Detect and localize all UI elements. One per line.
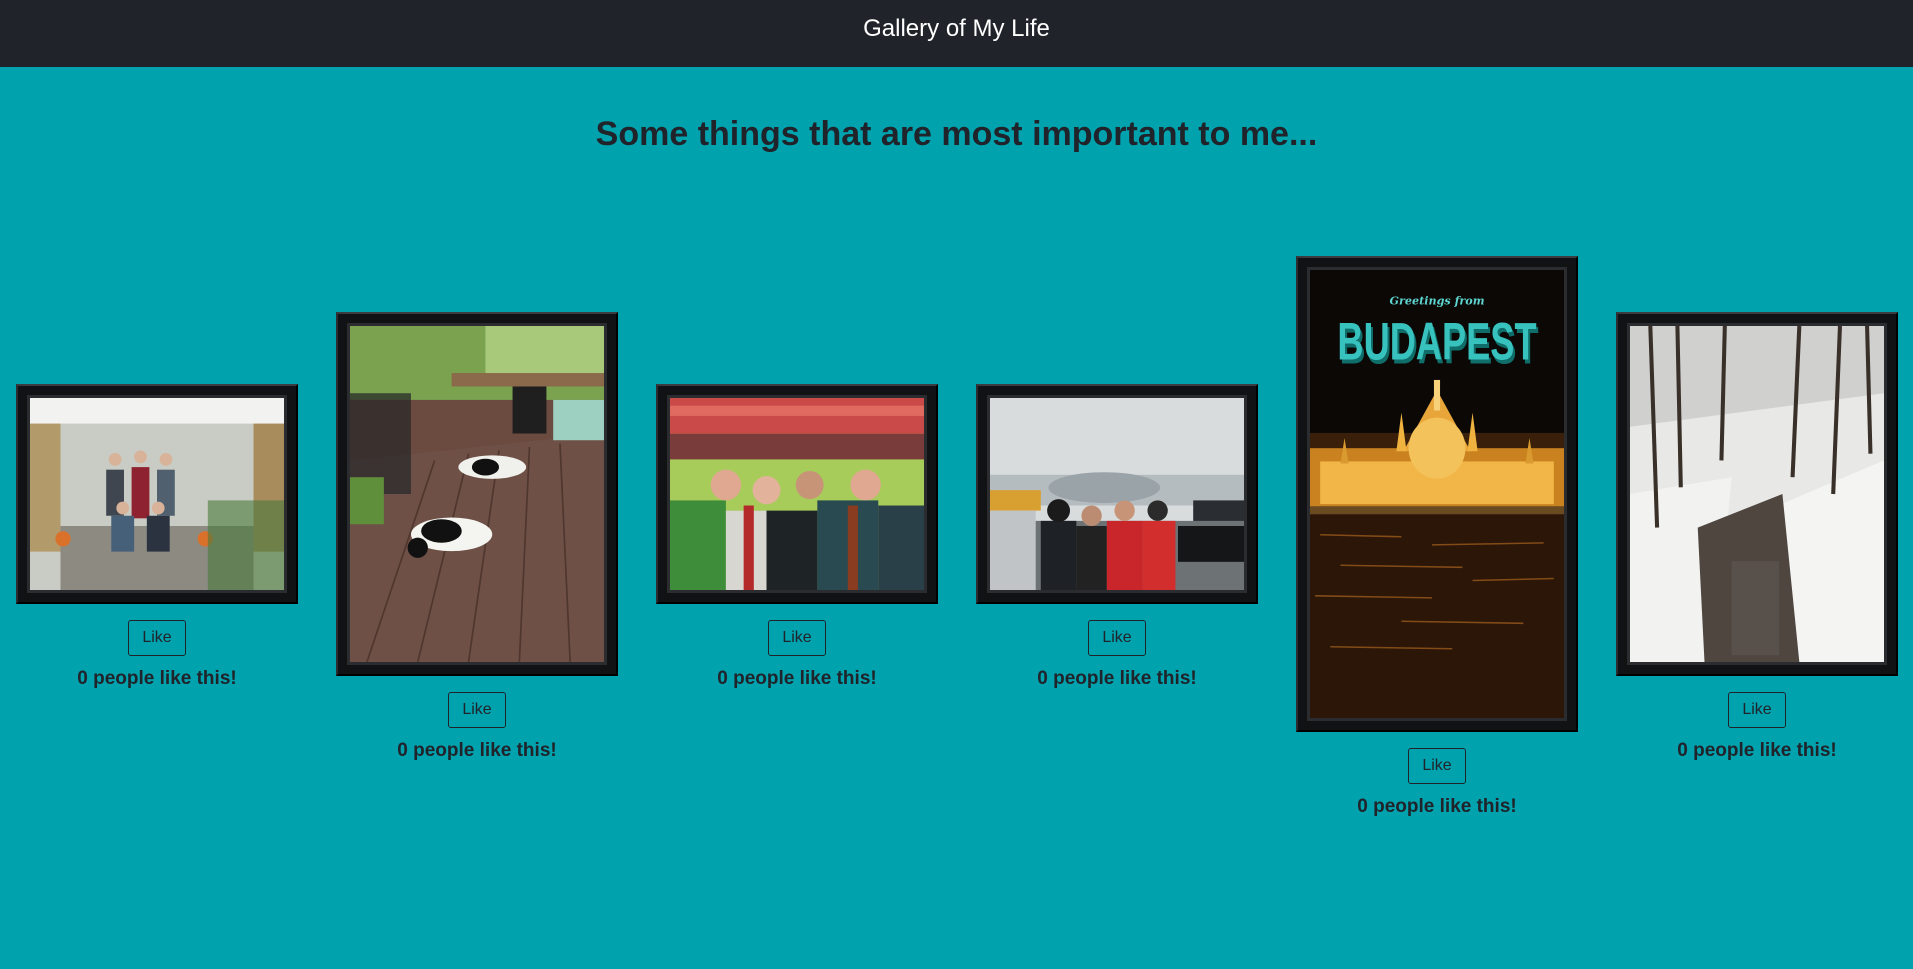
postcard-title-text: BUDAPEST <box>1337 313 1536 372</box>
gallery-card: Like 0 people like this! <box>1616 312 1898 762</box>
navbar: Gallery of My Life <box>0 0 1913 67</box>
like-button[interactable]: Like <box>1088 620 1146 656</box>
page-heading: Some things that are most important to m… <box>595 115 1318 153</box>
dogs-on-deck-photo <box>347 323 607 665</box>
photo-frame <box>16 384 298 604</box>
like-button[interactable]: Like <box>1728 692 1786 728</box>
gallery-card: Like 0 people like this! <box>656 384 938 690</box>
budapest-postcard-photo: Greetings from BUDAPEST BUDAPEST <box>1307 267 1567 721</box>
like-count-text: 0 people like this! <box>1677 740 1837 761</box>
gallery-card: Like 0 people like this! <box>976 384 1258 690</box>
gallery-card: Like 0 people like this! <box>16 384 298 690</box>
soccer-stadium-selfie-photo <box>667 395 927 593</box>
like-button[interactable]: Like <box>128 620 186 656</box>
like-button[interactable]: Like <box>448 692 506 728</box>
app-title: Gallery of My Life <box>863 14 1050 42</box>
gallery-card: Like 0 people like this! <box>336 312 618 762</box>
like-button[interactable]: Like <box>768 620 826 656</box>
family-on-porch-photo <box>27 395 287 593</box>
photo-frame <box>656 384 938 604</box>
like-count-text: 0 people like this! <box>1357 796 1517 817</box>
snowy-creek-photo <box>1627 323 1887 665</box>
photo-frame <box>336 312 618 676</box>
like-button[interactable]: Like <box>1408 748 1466 784</box>
photo-frame <box>976 384 1258 604</box>
snowy-tailgate-photo <box>987 395 1247 593</box>
postcard-greeting-text: Greetings from <box>1389 295 1484 308</box>
gallery-card: Greetings from BUDAPEST BUDAPEST Like 0 … <box>1296 256 1578 818</box>
photo-frame <box>1616 312 1898 676</box>
like-count-text: 0 people like this! <box>77 668 237 689</box>
like-count-text: 0 people like this! <box>717 668 877 689</box>
photo-frame: Greetings from BUDAPEST BUDAPEST <box>1296 256 1578 732</box>
like-count-text: 0 people like this! <box>1037 668 1197 689</box>
like-count-text: 0 people like this! <box>397 740 557 761</box>
